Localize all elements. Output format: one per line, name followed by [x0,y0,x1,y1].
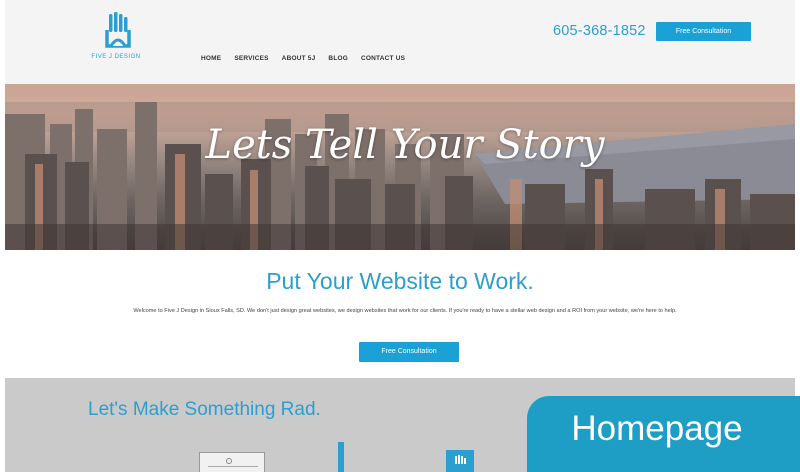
badge-text: Homepage [571,409,743,448]
header-consultation-button[interactable]: Free Consultation [656,22,751,41]
intro-title: Put Your Website to Work. [266,268,534,294]
hero-title: Lets Tell Your Story [205,122,605,168]
browser-dot [226,458,232,464]
hero-banner: Lets Tell Your Story [5,84,795,250]
site-logo[interactable]: FIVE J DESIGN [85,10,147,68]
nav-item-home[interactable]: HOME [201,55,221,62]
browser-window-icon [199,452,265,472]
intro-text: Welcome to Five J Design in Sioux Falls,… [133,308,677,314]
nav-item-services[interactable]: SERVICES [234,55,268,62]
hand-card-icon [446,450,474,472]
site-header: FIVE J DESIGN HOME SERVICES ABOUT 5J BLO… [5,0,795,84]
main-nav: HOME SERVICES ABOUT 5J BLOG CONTACT US [201,55,405,62]
nav-item-contact[interactable]: CONTACT US [361,55,405,62]
browser-line [208,466,258,467]
services-title: Let's Make Something Rad. [88,399,321,420]
pencil-icon [338,442,344,472]
nav-item-blog[interactable]: BLOG [328,55,348,62]
intro-consultation-button[interactable]: Free Consultation [359,342,459,362]
nav-item-about[interactable]: ABOUT 5J [282,55,316,62]
phone-number[interactable]: 605-368-1852 [553,23,646,39]
logo-text: FIVE J DESIGN [91,54,141,60]
intro-section: Put Your Website to Work. Welcome to Fiv… [5,250,795,378]
homepage-label-badge: Homepage [527,396,800,472]
hand-logo-icon [105,12,131,48]
hand-card-glyph [455,455,466,464]
